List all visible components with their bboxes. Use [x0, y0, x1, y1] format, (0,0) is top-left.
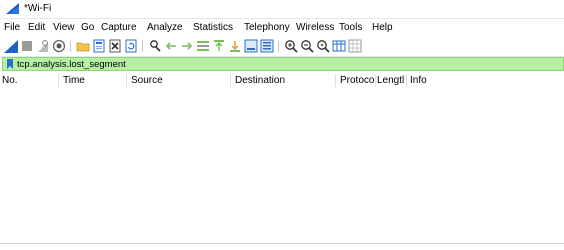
menu-analyze[interactable]: Analyze	[147, 22, 183, 33]
packet-list[interactable]	[0, 88, 564, 242]
column-header-no[interactable]: No.	[2, 75, 18, 86]
restart-capture-icon[interactable]	[36, 39, 50, 53]
main-toolbar	[0, 36, 564, 57]
pane-divider[interactable]	[0, 243, 564, 244]
colorize-icon[interactable]	[260, 39, 274, 53]
go-back-icon[interactable]	[164, 39, 178, 53]
column-divider[interactable]	[126, 74, 127, 87]
autoscroll-icon[interactable]	[244, 39, 258, 53]
packet-list-header: No. Time Source Destination Protocol Len…	[0, 72, 564, 88]
menu-statistics[interactable]: Statistics	[193, 22, 233, 33]
menu-help[interactable]: Help	[372, 22, 393, 33]
go-to-packet-icon[interactable]	[196, 39, 210, 53]
capture-options-icon[interactable]	[52, 39, 66, 53]
open-file-icon[interactable]	[76, 39, 90, 53]
menu-view[interactable]: View	[53, 22, 75, 33]
go-last-icon[interactable]	[228, 39, 242, 53]
toolbar-separator	[70, 40, 71, 52]
menu-edit[interactable]: Edit	[28, 22, 45, 33]
stop-capture-icon[interactable]	[20, 39, 34, 53]
window-title: *Wi-Fi	[24, 3, 52, 14]
go-first-icon[interactable]	[212, 39, 226, 53]
column-divider[interactable]	[406, 74, 407, 87]
bookmark-icon[interactable]	[6, 59, 14, 69]
menu-telephony[interactable]: Telephony	[244, 22, 290, 33]
reload-file-icon[interactable]	[124, 39, 138, 53]
wireshark-logo-icon	[6, 3, 19, 14]
go-forward-icon[interactable]	[180, 39, 194, 53]
menu-capture[interactable]: Capture	[101, 22, 137, 33]
column-header-destination[interactable]: Destination	[235, 75, 285, 86]
toolbar-separator	[278, 40, 279, 52]
menu-go[interactable]: Go	[81, 22, 94, 33]
display-filter-bar	[2, 57, 564, 71]
toolbar-separator	[142, 40, 143, 52]
save-file-icon[interactable]	[92, 39, 106, 53]
pane-layout-icon[interactable]	[348, 39, 362, 53]
column-divider[interactable]	[375, 74, 376, 87]
column-header-length[interactable]: Lengtl	[377, 75, 404, 86]
zoom-out-icon[interactable]	[300, 39, 314, 53]
display-filter-input[interactable]	[17, 58, 547, 70]
start-capture-icon[interactable]	[4, 39, 18, 53]
column-divider[interactable]	[335, 74, 336, 87]
title-bar: *Wi-Fi	[0, 0, 564, 19]
find-packet-icon[interactable]	[148, 39, 162, 53]
column-header-info[interactable]: Info	[410, 75, 427, 86]
column-divider[interactable]	[58, 74, 59, 87]
zoom-in-icon[interactable]	[284, 39, 298, 53]
menu-wireless[interactable]: Wireless	[296, 22, 334, 33]
column-header-source[interactable]: Source	[131, 75, 163, 86]
column-divider[interactable]	[230, 74, 231, 87]
menu-tools[interactable]: Tools	[339, 22, 362, 33]
menu-file[interactable]: File	[4, 22, 20, 33]
normal-size-icon[interactable]	[316, 39, 330, 53]
menu-bar: File Edit View Go Capture Analyze Statis…	[0, 19, 564, 36]
close-file-icon[interactable]	[108, 39, 122, 53]
resize-columns-icon[interactable]	[332, 39, 346, 53]
column-header-protocol[interactable]: Protocol	[340, 75, 377, 86]
column-header-time[interactable]: Time	[63, 75, 85, 86]
